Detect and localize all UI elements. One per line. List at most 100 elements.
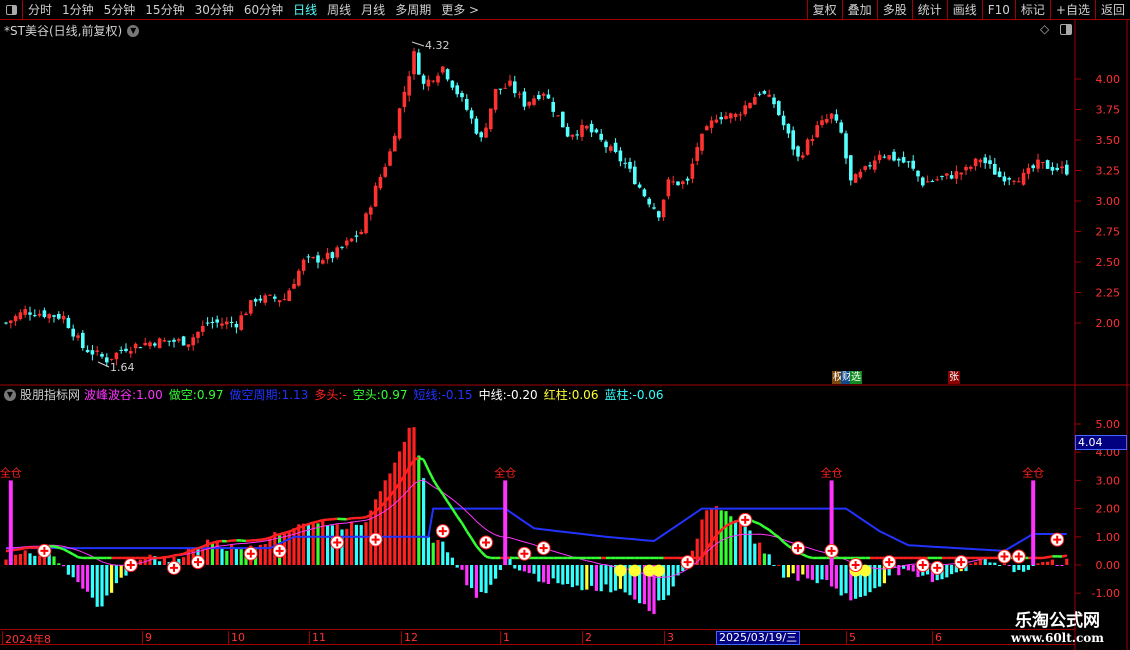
candle-body: [959, 172, 963, 175]
histogram-bar: [580, 565, 584, 591]
candle-body: [373, 185, 378, 207]
candle-body: [325, 252, 330, 260]
candle-body: [815, 125, 819, 138]
candle-body: [277, 300, 282, 303]
candle-body: [455, 85, 459, 95]
candle-body: [517, 93, 522, 95]
histogram-bar: [743, 524, 747, 565]
candle-body: [225, 321, 229, 325]
candle-body: [441, 66, 445, 73]
histogram-bar: [57, 563, 61, 565]
candle-body: [503, 87, 507, 89]
histogram-bar: [786, 565, 790, 578]
histogram-bar: [431, 542, 435, 565]
legend-item: 中线:-0.20: [479, 386, 538, 403]
y-tick-label: 5.00: [1096, 418, 1121, 431]
histogram-bar: [594, 565, 598, 591]
candle-body: [844, 133, 848, 159]
candle-body: [258, 298, 263, 301]
histogram-bar: [210, 543, 214, 565]
histogram-bar: [239, 549, 243, 565]
candle-body: [849, 155, 853, 181]
legend-value: 0.06: [571, 388, 599, 402]
histogram-bar: [810, 565, 814, 580]
histogram-bar: [4, 559, 8, 565]
chevron-down-icon[interactable]: ▼: [4, 388, 16, 401]
candle-body: [508, 80, 512, 86]
candle-body: [647, 198, 651, 205]
histogram-bar: [767, 554, 771, 565]
candle-body: [489, 108, 493, 130]
candle-body: [873, 160, 877, 170]
histogram-bar: [81, 565, 85, 589]
short-line: [226, 539, 232, 543]
badge-xuan[interactable]: 选: [850, 371, 862, 384]
candle-body: [652, 207, 656, 209]
candle-body: [719, 117, 723, 120]
candle-body: [345, 240, 349, 246]
histogram-bar: [666, 565, 670, 596]
legend-label: 中线:: [478, 388, 507, 402]
candle-body: [993, 163, 997, 175]
indicator-name[interactable]: 股朋指标网: [20, 386, 80, 403]
candle-body: [253, 299, 258, 302]
legend-label: 短线:: [413, 388, 442, 402]
short-line: [754, 520, 761, 526]
candle-body: [292, 283, 296, 289]
histogram-bar: [758, 542, 762, 565]
candle-body: [57, 314, 61, 319]
histogram-bar: [479, 565, 483, 593]
candle-body: [52, 315, 56, 317]
candle-body: [705, 126, 709, 131]
short-line: [763, 525, 770, 531]
short-line: [77, 555, 83, 560]
candle-body: [661, 199, 666, 218]
histogram-bar: [513, 565, 517, 569]
histogram-bar: [455, 565, 459, 568]
histogram-bar: [494, 565, 498, 579]
candle-body: [479, 132, 483, 138]
histogram-bar: [1022, 565, 1026, 572]
histogram-bar: [100, 565, 104, 607]
histogram-bar: [393, 462, 397, 565]
short-line: [308, 521, 314, 526]
candle-body: [114, 352, 119, 360]
cycle-line: [6, 507, 1067, 552]
histogram-bar: [998, 565, 1002, 566]
histogram-bar: [105, 565, 109, 596]
candle-body: [450, 80, 455, 88]
histogram-bar: [95, 565, 99, 607]
candle-body: [911, 160, 915, 169]
histogram-bar: [225, 550, 229, 565]
short-line: [418, 456, 425, 461]
candle-body: [1050, 166, 1055, 171]
time-label: 2: [582, 631, 592, 645]
short-line: [58, 546, 64, 551]
candle-body: [892, 151, 896, 161]
candle-body: [546, 94, 551, 99]
histogram-bar: [556, 565, 560, 584]
histogram-bar: [801, 565, 805, 575]
candle-body: [436, 75, 440, 83]
histogram-bar: [215, 541, 219, 565]
candle-body: [349, 238, 354, 242]
candle-body: [244, 313, 248, 316]
y-tick-label: 3.25: [1096, 165, 1121, 178]
badge-zhang[interactable]: 张: [948, 371, 960, 384]
histogram-bar: [820, 565, 824, 580]
histogram-bar: [1002, 563, 1006, 565]
histogram-bar: [1031, 565, 1035, 566]
short-line: [436, 486, 444, 495]
candle-body: [220, 323, 224, 326]
histogram-bar: [489, 565, 493, 585]
candle-body: [599, 133, 603, 140]
histogram-bar: [417, 455, 421, 565]
candle-body: [172, 339, 176, 342]
candle-body: [901, 157, 906, 163]
candle-body: [196, 331, 200, 338]
histogram-bar: [1041, 561, 1045, 565]
histogram-bar: [609, 565, 613, 593]
candle-body: [383, 166, 387, 177]
candle-body: [541, 93, 546, 96]
histogram-bar: [705, 510, 709, 565]
